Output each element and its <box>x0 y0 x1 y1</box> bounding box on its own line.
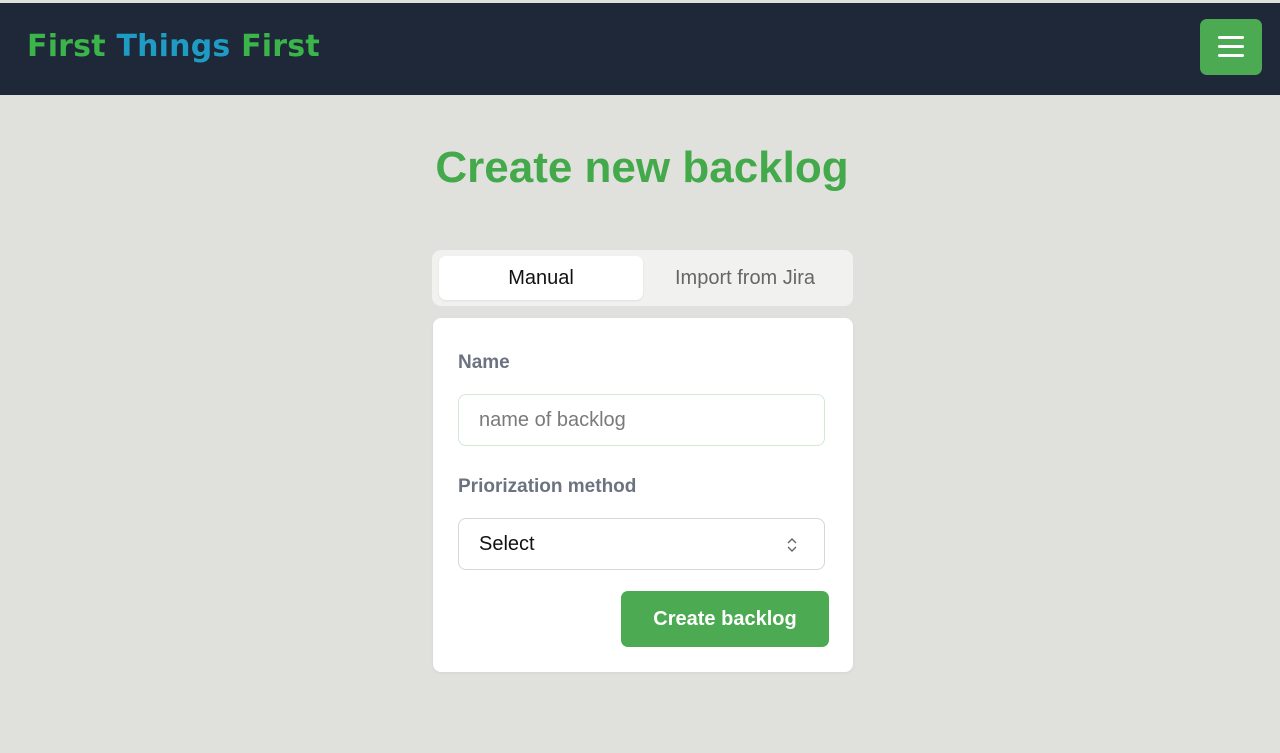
top-navbar: First Things First <box>0 3 1280 95</box>
priorization-method-label: Priorization method <box>458 476 637 497</box>
tab-import-from-jira[interactable]: Import from Jira <box>643 256 847 300</box>
create-backlog-form: Name name of backlog Priorization method… <box>433 318 853 672</box>
brand-logo[interactable]: First Things First <box>27 29 320 64</box>
create-backlog-button[interactable]: Create backlog <box>621 591 829 647</box>
name-input[interactable]: name of backlog <box>458 394 825 446</box>
select-value: Select <box>479 533 535 555</box>
chevron-up-down-icon <box>786 519 798 569</box>
tab-manual[interactable]: Manual <box>439 256 643 300</box>
priorization-method-select[interactable]: Select <box>458 518 825 570</box>
hamburger-menu-button[interactable] <box>1200 19 1262 75</box>
brand-word-1: First <box>27 29 106 64</box>
tab-bar: Manual Import from Jira <box>432 250 853 306</box>
page-title: Create new backlog <box>435 143 849 192</box>
brand-word-2: Things <box>116 29 231 64</box>
name-label: Name <box>458 352 510 373</box>
brand-word-3: First <box>241 29 320 64</box>
